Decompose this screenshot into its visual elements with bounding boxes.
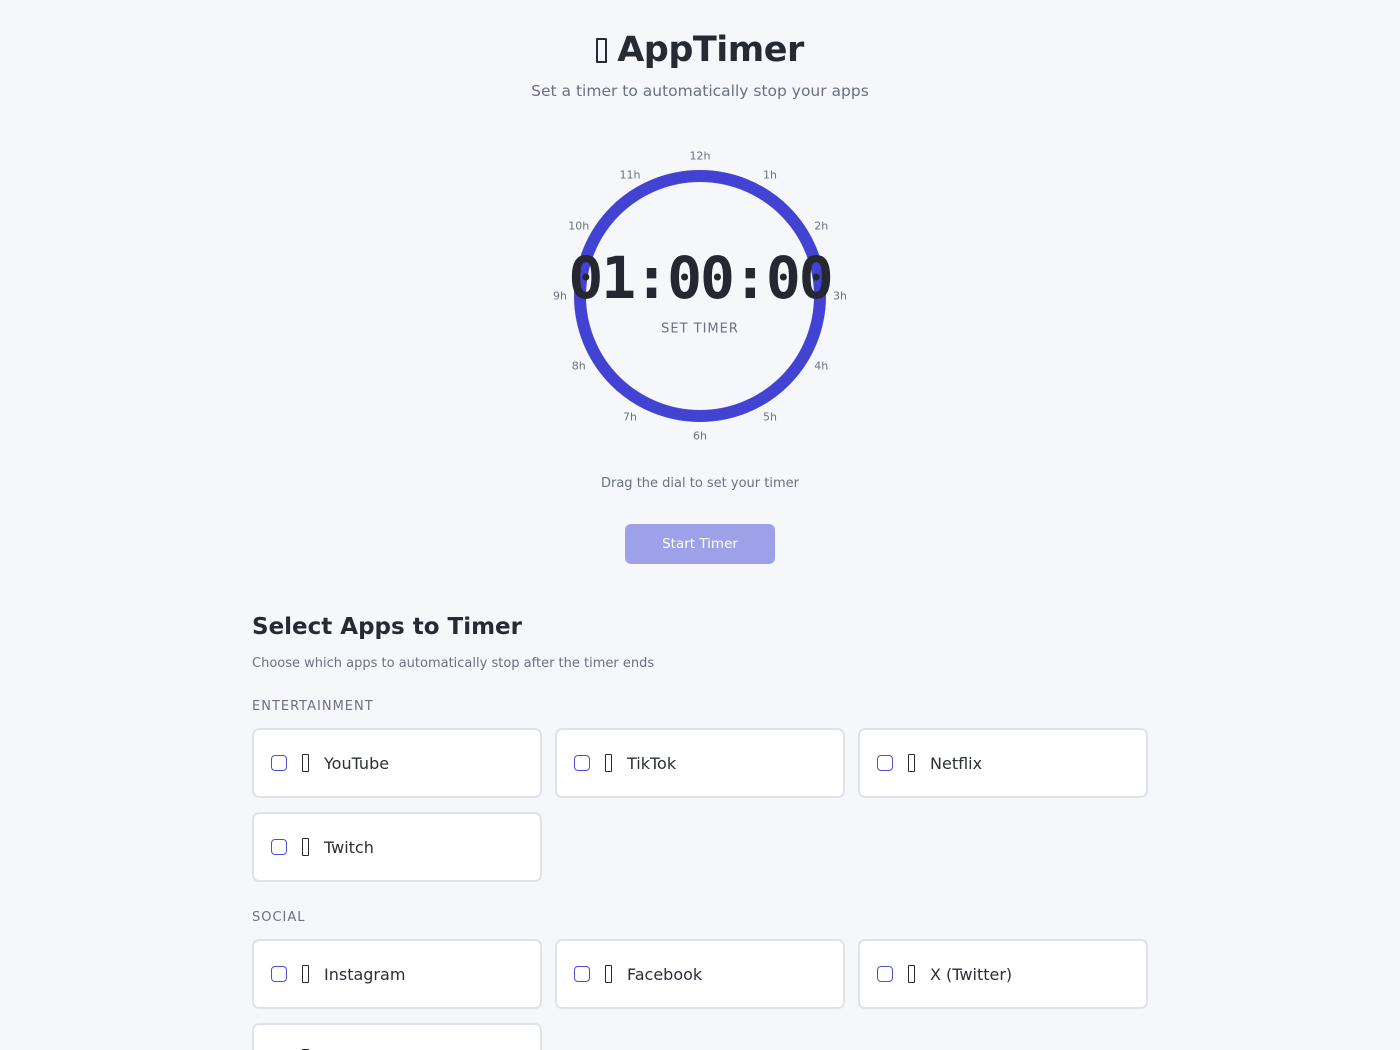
dial-hour-label: 4h: [814, 359, 829, 373]
category-social: SOCIAL Instagram Facebook X (Twitter): [252, 910, 1148, 1050]
netflix-icon: [908, 754, 915, 772]
app-card-instagram[interactable]: Instagram: [252, 939, 542, 1009]
dial-hour-label: 11h: [619, 168, 641, 182]
app-name: X (Twitter): [930, 964, 1013, 984]
app-name: YouTube: [324, 753, 390, 773]
app-grid: YouTube TikTok Netflix Twitch: [252, 728, 1148, 882]
app-name: Netflix: [930, 753, 983, 773]
dial-hour-label: 1h: [763, 168, 777, 182]
app-name: Twitch: [324, 837, 374, 857]
dial-hour-label: 2h: [814, 219, 829, 233]
set-timer-caption: SET TIMER: [661, 321, 739, 337]
app-glyph-icon: [596, 37, 608, 63]
app-checkbox[interactable]: [877, 755, 893, 771]
app-title: AppTimer: [0, 30, 1400, 70]
app-card-netflix[interactable]: Netflix: [858, 728, 1148, 798]
twitch-icon: [302, 838, 309, 856]
category-label: SOCIAL: [252, 910, 306, 925]
dial-hour-label: 9h: [553, 289, 567, 303]
dial-hour-label: 8h: [571, 359, 586, 373]
app-name: TikTok: [627, 753, 677, 773]
youtube-icon: [302, 754, 309, 772]
dial-hint: Drag the dial to set your timer: [600, 476, 799, 491]
app-checkbox[interactable]: [271, 755, 287, 771]
app-selection-section: Select Apps to Timer Choose which apps t…: [252, 614, 1148, 1050]
dial-hour-label: 3h: [833, 289, 847, 303]
category-label: ENTERTAINMENT: [252, 699, 374, 714]
app-card[interactable]: [252, 1023, 542, 1050]
app-checkbox[interactable]: [877, 966, 893, 982]
timer-dial[interactable]: 01:00:00 SET TIMER 12h 1h 2h 3h 4h 5h 6h 7h 8h 9h…: [550, 146, 850, 446]
apps-section-description: Choose which apps to automatically stop …: [252, 656, 655, 671]
x-twitter-icon: [908, 965, 915, 983]
app-checkbox[interactable]: [271, 839, 287, 855]
app-card-youtube[interactable]: YouTube: [252, 728, 542, 798]
app-name: Facebook: [627, 964, 703, 984]
dial-hour-label: 7h: [623, 410, 637, 424]
app-checkbox[interactable]: [271, 966, 287, 982]
dial-hour-label: 10h: [568, 219, 590, 233]
app-card-twitch[interactable]: Twitch: [252, 812, 542, 882]
dial-hour-label: 5h: [763, 410, 777, 424]
timer-display: 01:00:00: [568, 244, 833, 312]
facebook-icon: [605, 965, 612, 983]
app-title-text: AppTimer: [617, 30, 804, 70]
app-checkbox[interactable]: [574, 755, 590, 771]
instagram-icon: [302, 965, 309, 983]
start-timer-button[interactable]: Start Timer: [625, 524, 775, 564]
app-name: Instagram: [324, 964, 406, 984]
app-checkbox[interactable]: [574, 966, 590, 982]
dial-hour-label: 6h: [693, 429, 707, 443]
tiktok-icon: [605, 754, 612, 772]
category-entertainment: ENTERTAINMENT YouTube TikTok Netflix Twi…: [252, 699, 1148, 882]
dial-hour-label: 12h: [689, 149, 711, 163]
app-grid: Instagram Facebook X (Twitter): [252, 939, 1148, 1050]
app-card-tiktok[interactable]: TikTok: [555, 728, 845, 798]
apps-section-title: Select Apps to Timer: [252, 614, 522, 640]
app-card-facebook[interactable]: Facebook: [555, 939, 845, 1009]
app-subtitle: Set a timer to automatically stop your a…: [531, 82, 869, 100]
page-header: AppTimer Set a timer to automatically st…: [0, 0, 1400, 100]
app-card-x-twitter[interactable]: X (Twitter): [858, 939, 1148, 1009]
